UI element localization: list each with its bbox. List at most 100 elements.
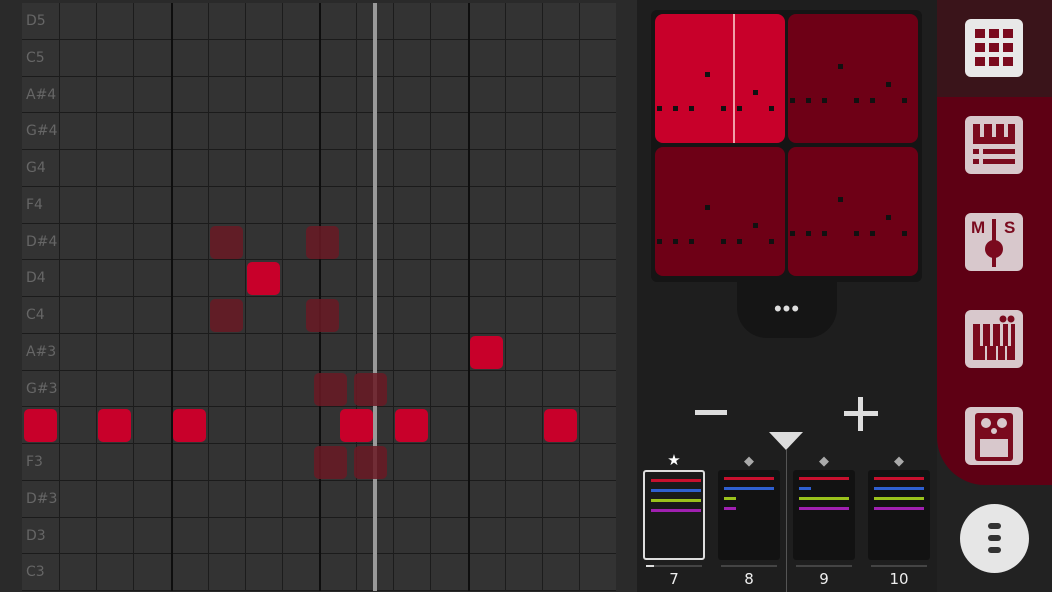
track-8[interactable]: ◆ 8 <box>716 452 782 592</box>
track-card[interactable] <box>868 470 930 560</box>
star-icon: ★ <box>667 452 681 469</box>
track-card[interactable] <box>793 470 855 560</box>
track-lane-line <box>799 477 849 480</box>
note-label: C4 <box>26 307 45 323</box>
track-progress-bar <box>646 565 702 567</box>
ghost-note <box>313 446 347 479</box>
track-number: 7 <box>669 570 679 588</box>
solo-letter: S <box>1004 218 1015 237</box>
pattern-note-dot <box>689 106 694 111</box>
note-label: G4 <box>26 160 46 176</box>
beat-line <box>133 3 135 591</box>
track-lane-line <box>874 477 924 480</box>
note-grid[interactable]: D5C5A#4G#4G4F4D#4D4C4A#3G#3G3F3D#3D3C3 <box>22 3 616 591</box>
mute-solo-icon: M S <box>965 213 1023 271</box>
note-block[interactable] <box>543 409 577 443</box>
pattern-panel: ••• ★ 7 ◆ 8 ◆ 9 ◆ 10 <box>637 0 937 592</box>
pattern-note-dot <box>902 231 907 236</box>
note-block[interactable] <box>246 262 280 296</box>
beat-line <box>504 3 506 591</box>
beat-line <box>393 3 395 591</box>
pattern-note-dot <box>870 98 875 103</box>
ghost-note <box>354 446 388 479</box>
track-lane-line <box>724 477 774 480</box>
pattern-note-dot <box>838 64 843 69</box>
track-progress-bar <box>871 565 927 567</box>
mute-solo-button[interactable]: M S <box>965 213 1023 271</box>
track-lane-line <box>799 507 849 510</box>
effects-button[interactable] <box>965 407 1023 465</box>
pattern-note-dot <box>838 197 843 202</box>
pattern-note-dot <box>902 98 907 103</box>
current-track-marker-line <box>786 450 787 592</box>
pattern-slot-4[interactable] <box>788 147 918 276</box>
pattern-selector <box>651 10 922 282</box>
menu-dot-icon <box>988 547 1001 553</box>
track-progress-bar <box>721 565 777 567</box>
pattern-note-dot <box>721 106 726 111</box>
track-lane-line <box>651 479 701 482</box>
more-options-button[interactable]: ••• <box>737 296 837 322</box>
track-lane-line <box>724 507 736 510</box>
note-label: D#3 <box>26 490 58 507</box>
track-lane-line <box>651 499 701 502</box>
track-lane-line <box>724 487 774 490</box>
pattern-playhead <box>733 14 735 143</box>
pattern-note-dot <box>886 215 891 220</box>
pattern-slot-3[interactable] <box>655 147 785 276</box>
note-block[interactable] <box>339 409 373 443</box>
note-label: D5 <box>26 13 46 29</box>
beat-line <box>541 3 543 591</box>
track-9[interactable]: ◆ 9 <box>791 452 857 592</box>
pattern-note-dot <box>737 239 742 244</box>
effects-pedal-icon <box>965 407 1023 465</box>
beat-line <box>356 3 358 591</box>
pattern-note-dot <box>689 239 694 244</box>
note-label: F4 <box>26 196 43 213</box>
note-block[interactable] <box>395 409 429 443</box>
remove-track-button[interactable] <box>691 392 731 432</box>
pattern-note-dot <box>769 239 774 244</box>
track-7[interactable]: ★ 7 <box>641 452 707 592</box>
note-label: A#3 <box>26 343 57 360</box>
pattern-note-dot <box>705 205 710 210</box>
pattern-note-dot <box>790 231 795 236</box>
pattern-note-dot <box>870 231 875 236</box>
right-toolbar: M S <box>937 0 1052 592</box>
track-card[interactable] <box>643 470 705 560</box>
note-block[interactable] <box>469 335 503 369</box>
pattern-note-dot <box>657 106 662 111</box>
note-block[interactable] <box>24 409 57 443</box>
track-lane-line <box>724 497 736 500</box>
pattern-note-dot <box>806 98 811 103</box>
pattern-slot-1[interactable] <box>655 14 785 143</box>
beat-line <box>96 3 98 591</box>
track-number: 9 <box>819 570 829 588</box>
ghost-note <box>209 299 243 332</box>
main-menu-button[interactable] <box>960 504 1029 573</box>
keyboard-mixer-button[interactable] <box>965 310 1023 368</box>
pattern-note-dot <box>769 106 774 111</box>
ghost-note <box>313 372 347 406</box>
track-card[interactable] <box>718 470 780 560</box>
beat-line <box>281 3 283 591</box>
pattern-note-dot <box>673 106 678 111</box>
diamond-icon: ◆ <box>744 453 754 468</box>
pattern-list-button[interactable] <box>965 116 1023 174</box>
grid-view-button[interactable] <box>965 19 1023 77</box>
note-label: G#4 <box>26 123 58 140</box>
note-block[interactable] <box>172 409 206 443</box>
pattern-slot-2[interactable] <box>788 14 918 143</box>
pattern-note-dot <box>721 239 726 244</box>
bar-line <box>319 3 321 591</box>
note-block[interactable] <box>98 409 132 443</box>
note-label: D#4 <box>26 233 58 250</box>
track-10[interactable]: ◆ 10 <box>866 452 932 592</box>
track-lane-line <box>799 497 849 500</box>
pattern-note-dot <box>822 98 827 103</box>
track-number: 10 <box>889 570 909 588</box>
note-label: D3 <box>26 527 46 544</box>
playhead <box>372 3 377 591</box>
add-track-button[interactable] <box>842 395 880 433</box>
track-lane-line <box>651 509 701 512</box>
